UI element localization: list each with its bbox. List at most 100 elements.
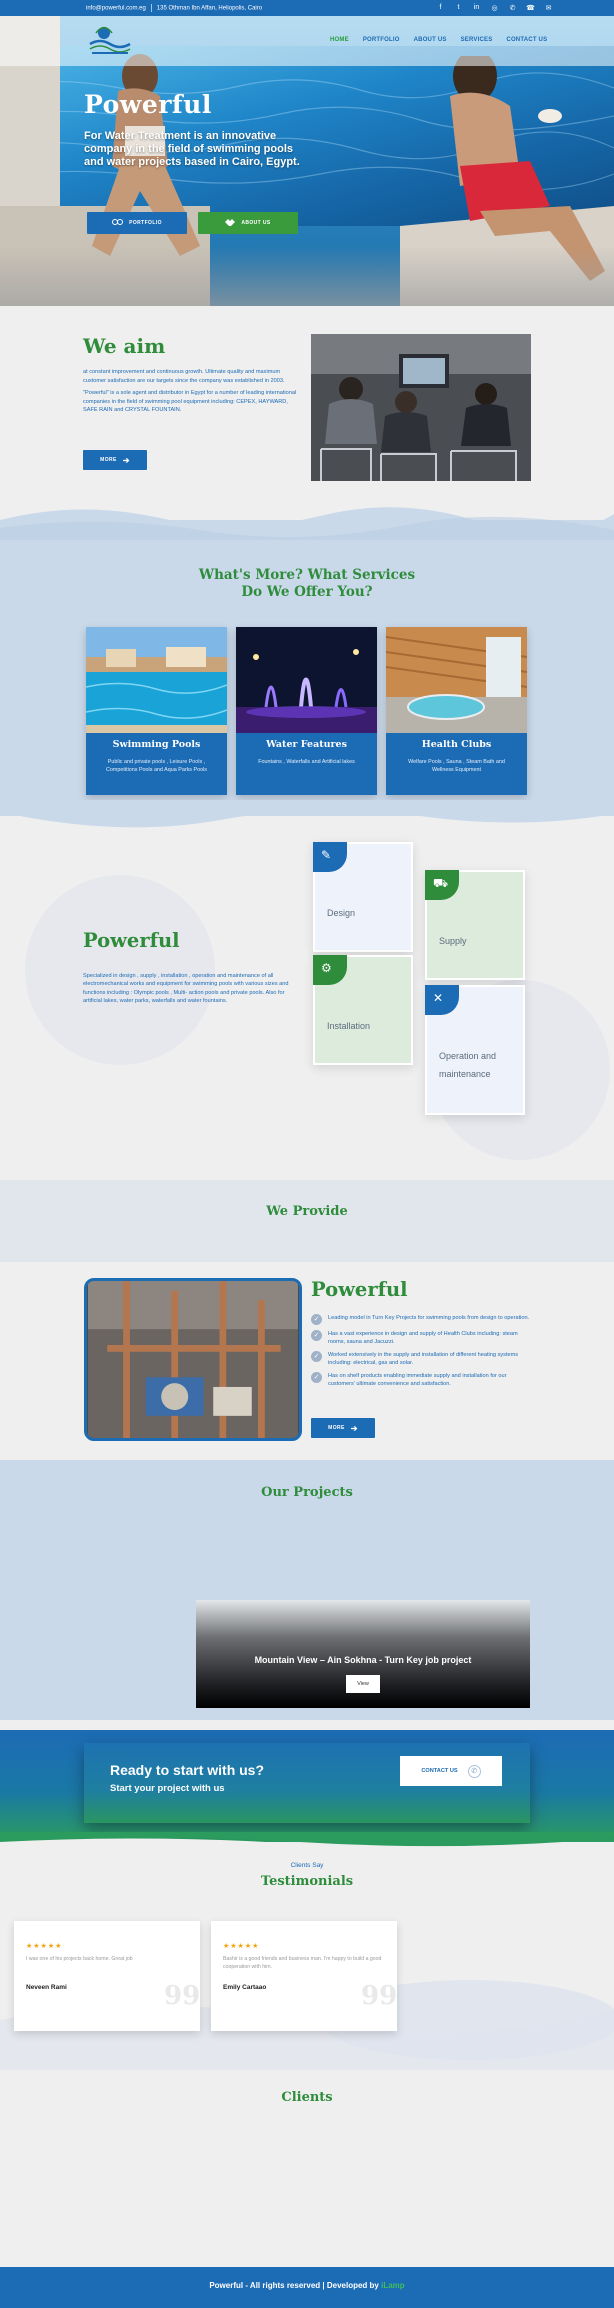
about-us-button[interactable]: ABOUT US — [198, 212, 298, 234]
nav-contact-us[interactable]: CONTACT US — [506, 37, 547, 43]
check-icon: ✓ — [311, 1372, 322, 1383]
provide-band — [0, 1180, 614, 1262]
nav-about-us[interactable]: ABOUT US — [414, 37, 447, 43]
about-us-label: ABOUT US — [241, 220, 271, 226]
star-rating: ★★★★★ — [26, 1943, 63, 1950]
developer-link[interactable]: iLamp — [381, 2281, 405, 2290]
email-icon[interactable]: ✉ — [544, 3, 553, 12]
aim-more-button[interactable]: MORE ➔ — [83, 450, 147, 470]
quote-mark-icon: 99 — [164, 1981, 201, 2011]
aim-text: at constant improvement and continuous g… — [83, 368, 298, 419]
testimonials-kicker: Clients Say — [290, 1862, 324, 1869]
testimonial-quote: Bashir is a good friends and business ma… — [223, 1956, 382, 1970]
list-item-text: Has a vast experience in design and supp… — [328, 1331, 518, 1345]
top-bar: info@powerful.com.eg 135 Othman Ibn Affan… — [0, 0, 614, 16]
cta-subheading: Start your project with us — [110, 1783, 225, 1794]
service-title: Swimming Pools — [112, 739, 201, 750]
meeting-photo — [311, 334, 531, 481]
testimonial-quote: I was one of his projects back home. Gre… — [26, 1956, 133, 1962]
provide-heading: Powerful — [311, 1278, 408, 1301]
quote-mark-icon: 99 — [361, 1981, 398, 2011]
list-item: ✓ Leading model in Turn Key Projects for … — [311, 1314, 531, 1325]
footer-text: Powerful - All rights reserved | Develop… — [0, 2281, 614, 2290]
service-desc: Welfare Pools , Sauna , Steam Bath and W… — [408, 759, 505, 773]
gear-icon: ⚙ — [313, 955, 347, 985]
service-desc: Public and private pools , Leisure Pools… — [106, 759, 207, 773]
nav-home[interactable]: HOME — [330, 37, 349, 43]
testimonial-card: ★★★★★ Bashir is a good friends and busin… — [211, 1921, 397, 2031]
hero-title: Powerful — [84, 90, 212, 119]
testimonial-card: ★★★★★ I was one of his projects back hom… — [14, 1921, 200, 2031]
hero-fade — [0, 246, 614, 306]
arrow-right-icon: ➔ — [122, 455, 130, 465]
powerful-title: Powerful — [83, 929, 180, 952]
testimonial-author: Emily Cartaao — [223, 1984, 267, 1991]
cta-box: Ready to start with us? Start your proje… — [84, 1743, 530, 1823]
more-label: MORE — [100, 457, 117, 463]
cta-heading: Ready to start with us? — [110, 1762, 265, 1778]
contact-info: info@powerful.com.eg 135 Othman Ibn Affan… — [86, 4, 262, 12]
supply-card[interactable]: ⛟ Supply — [425, 870, 525, 980]
design-card[interactable]: ✎ Design — [313, 842, 413, 952]
list-item-text: Worked extensively in the supply and ins… — [328, 1352, 519, 1366]
service-card-swimming-pools[interactable]: Swimming Pools Public and private pools … — [86, 627, 227, 795]
provide-more-button[interactable]: MORE ➔ — [311, 1418, 375, 1438]
link-icon — [112, 219, 124, 227]
swimming-pool-image — [86, 627, 227, 733]
portfolio-button[interactable]: PORTFOLIO — [87, 212, 187, 234]
wave-divider — [0, 507, 614, 540]
operation-label: Operation and maintenance — [439, 1051, 497, 1079]
nav-services[interactable]: SERVICES — [461, 37, 493, 43]
clients-title: Clients — [281, 2090, 333, 2105]
service-card-health-clubs[interactable]: Health Clubs Welfare Pools , Sauna , Ste… — [386, 627, 527, 795]
service-title: Health Clubs — [421, 739, 492, 750]
pipes-equipment-photo — [84, 1278, 302, 1441]
contact-us-button[interactable]: CONTACT US ✆ — [400, 1756, 502, 1786]
installation-card[interactable]: ⚙ Installation — [313, 955, 413, 1065]
hero-subtitle: For Water Treatment is an innovative com… — [84, 130, 300, 168]
provide-list: ✓ Leading model in Turn Key Projects for … — [311, 1314, 531, 1393]
installation-label: Installation — [327, 1021, 371, 1031]
powerful-text: Specialized in design , supply , install… — [83, 973, 289, 1005]
address-text: 135 Othman Ibn Affan, Heliopolis, Cairo — [156, 5, 263, 12]
wave-divider — [0, 800, 614, 828]
tools-icon: ✕ — [425, 985, 459, 1015]
view-button[interactable]: View — [346, 1675, 380, 1693]
supply-icon: ⛟ — [425, 870, 459, 900]
powerful-logo[interactable] — [88, 24, 132, 58]
service-card-water-features[interactable]: Water Features Fountains , Waterfalls an… — [236, 627, 377, 795]
list-item-text: Leading model in Turn Key Projects for s… — [328, 1315, 530, 1321]
testimonial-author: Neveen Rami — [26, 1984, 67, 1991]
facebook-icon[interactable]: f — [436, 3, 445, 12]
whatsapp-icon[interactable]: ✆ — [508, 3, 517, 12]
supply-label: Supply — [439, 936, 467, 946]
linkedin-icon[interactable]: in — [472, 3, 481, 12]
email-link[interactable]: info@powerful.com.eg — [86, 6, 146, 12]
list-item-text: Has on shelf products enabling immediate… — [328, 1373, 507, 1387]
phone-icon[interactable]: ☎ — [526, 3, 535, 12]
services-title-line-2: Do We Offer You? — [241, 584, 373, 600]
aim-title: We aim — [83, 334, 166, 358]
list-item: ✓ Has on shelf products enabling immediat… — [311, 1372, 531, 1388]
testimonials-title: Testimonials — [260, 1874, 354, 1889]
check-icon: ✓ — [311, 1330, 322, 1341]
footer: Powerful - All rights reserved | Develop… — [0, 2267, 614, 2308]
projects-title: Our Projects — [261, 1485, 353, 1500]
portfolio-label: PORTFOLIO — [129, 220, 162, 226]
twitter-icon[interactable]: t — [454, 3, 463, 12]
nav-portfolio[interactable]: PORTFOLIO — [363, 37, 400, 43]
operation-card[interactable]: ✕ Operation and maintenance — [425, 985, 525, 1115]
more-label: MORE — [328, 1425, 345, 1431]
check-icon: ✓ — [311, 1351, 322, 1362]
list-item: ✓ Has a vast experience in design and sup… — [311, 1330, 531, 1346]
design-icon: ✎ — [313, 842, 347, 872]
phone-icon: ✆ — [467, 1764, 481, 1778]
wave-divider — [0, 1832, 614, 1852]
social-links: f t in ◎ ✆ ☎ ✉ — [436, 3, 553, 12]
instagram-icon[interactable]: ◎ — [490, 3, 499, 12]
services-title-line-1: What's More? What Services — [198, 567, 416, 583]
main-nav: HOME PORTFOLIO ABOUT US SERVICES CONTACT… — [330, 37, 547, 43]
design-label: Design — [327, 908, 356, 918]
project-card[interactable]: Mountain View – Ain Sokhna - Turn Key jo… — [196, 1600, 530, 1708]
list-item: ✓ Worked extensively in the supply and in… — [311, 1351, 531, 1367]
